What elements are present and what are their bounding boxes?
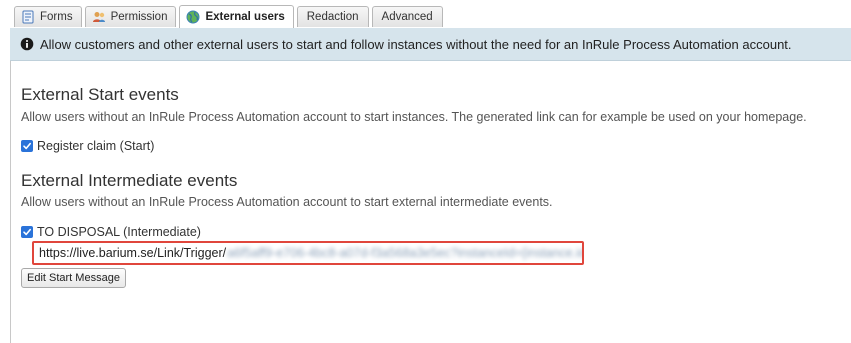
edit-start-message-button[interactable]: Edit Start Message	[21, 268, 126, 288]
intermediate-events-description: Allow users without an InRule Process Au…	[21, 195, 553, 209]
intermediate-event-item[interactable]: TO DISPOSAL (Intermediate)	[21, 225, 201, 239]
tab-external-users[interactable]: External users	[179, 5, 294, 28]
users-icon	[92, 10, 106, 24]
tab-bar: Forms Permission External users Redactio…	[14, 5, 443, 28]
tab-redaction-label: Redaction	[306, 11, 359, 23]
info-banner: Allow customers and other external users…	[10, 28, 851, 61]
tab-permission-label: Permission	[110, 11, 168, 23]
tab-forms-label: Forms	[40, 11, 73, 23]
globe-icon	[186, 10, 200, 24]
tab-permission[interactable]: Permission	[84, 6, 177, 27]
intermediate-event-checkbox[interactable]	[21, 226, 33, 238]
tab-advanced[interactable]: Advanced	[371, 6, 443, 27]
info-icon	[20, 37, 34, 51]
info-banner-text: Allow customers and other external users…	[40, 36, 792, 52]
intermediate-event-label: TO DISPOSAL (Intermediate)	[37, 225, 201, 239]
trigger-link-url: https://live.barium.se/Link/Trigger/	[39, 246, 227, 260]
tab-advanced-label: Advanced	[381, 11, 433, 23]
start-event-label: Register claim (Start)	[37, 139, 155, 153]
trigger-link[interactable]: https://live.barium.se/Link/Trigger/ a6f…	[32, 241, 584, 265]
start-event-item[interactable]: Register claim (Start)	[21, 139, 154, 153]
start-event-checkbox[interactable]	[21, 140, 33, 152]
start-events-heading: External Start events	[21, 85, 179, 104]
trigger-link-redacted: a6f5aff9-e706-4bc8-a07d-f3a568a3e5ec?ins…	[227, 246, 584, 260]
start-events-description: Allow users without an InRule Process Au…	[21, 110, 807, 124]
tab-redaction[interactable]: Redaction	[296, 6, 369, 27]
form-icon	[21, 10, 35, 24]
tab-external-users-label: External users	[205, 11, 285, 23]
tab-forms[interactable]: Forms	[14, 6, 82, 27]
intermediate-events-heading: External Intermediate events	[21, 171, 238, 190]
